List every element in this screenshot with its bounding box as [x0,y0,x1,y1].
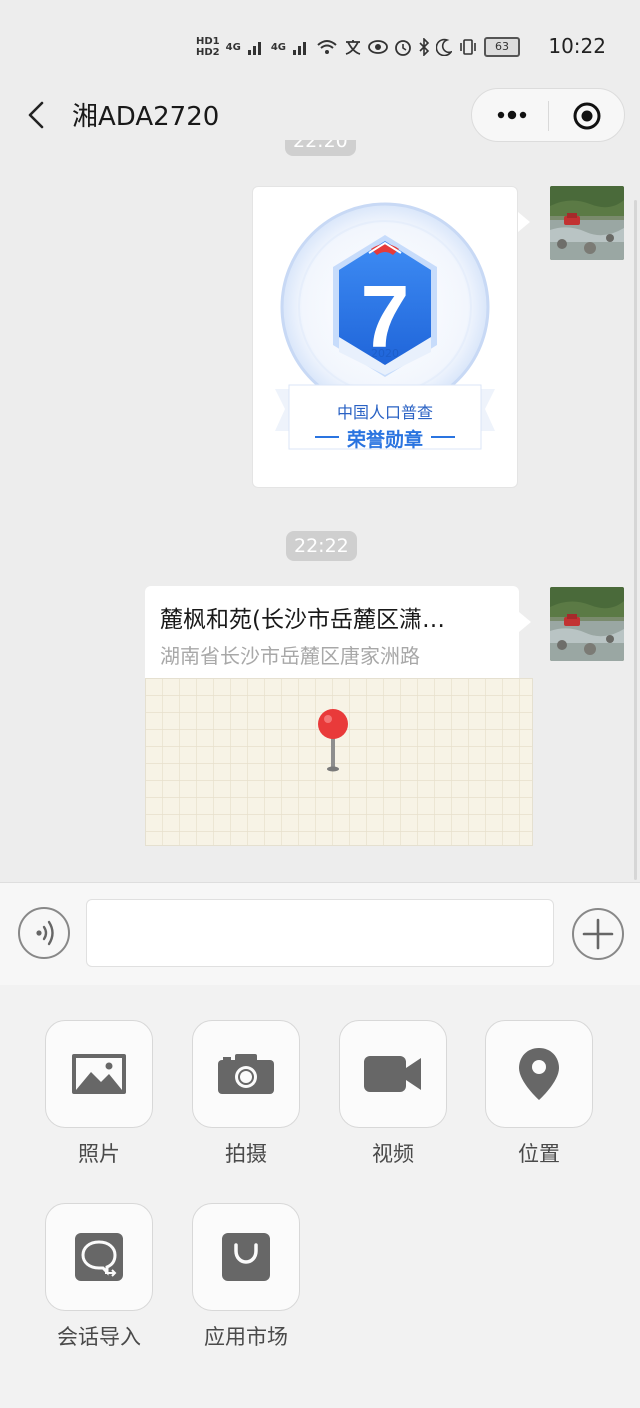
sim1-label: HD1 [196,36,220,47]
location-icon [519,1048,559,1100]
badge-line2: 荣誉勋章 [346,429,423,451]
tool-chat-import[interactable]: 会话导入 [39,1203,159,1351]
partial-timestamp: 22:20 [285,140,357,162]
tool-chat-import-box[interactable] [45,1203,153,1311]
tool-video-label: 视频 [372,1142,414,1166]
alarm-icon [395,40,411,56]
capsule-divider [548,101,549,131]
battery-icon: 63 [484,37,520,57]
plus-icon [582,918,614,950]
avatar-photo-2 [550,587,624,661]
tool-app-market-label: 应用市场 [204,1325,288,1349]
badge-line1: 中国人口普查 [336,403,433,422]
tool-app-market[interactable]: 应用市场 [186,1203,306,1351]
more-icon[interactable] [494,103,530,127]
tool-photo-box[interactable] [45,1020,153,1128]
chat-title: 湘ADA2720 [72,102,220,132]
message-input[interactable] [86,899,554,967]
title-bar: 湘ADA2720 [0,84,640,146]
more-functions-button[interactable] [572,908,624,960]
status-icons: HD1 HD2 4G 4G 63 [196,32,520,62]
tool-camera[interactable]: 拍摄 [186,1020,306,1168]
location-name: 麓枫和苑(长沙市岳麓区潇… [160,607,445,633]
signal-icon [247,42,261,55]
camera-icon [218,1054,274,1094]
tool-photo[interactable]: 照片 [39,1020,159,1168]
eye-icon [368,40,388,54]
bluetooth-icon [419,38,430,56]
partial-time-chip: 22:20 [285,140,356,156]
location-address: 湖南省长沙市岳麓区唐家洲路 [160,644,420,668]
voice-icon [36,920,54,946]
tool-location-box[interactable] [485,1020,593,1128]
location-card-header: 麓枫和苑(长沙市岳麓区潇… 湖南省长沙市岳麓区唐家洲路 [145,586,519,678]
tool-app-market-box[interactable] [192,1203,300,1311]
mini-program-capsule [471,88,625,142]
tool-camera-box[interactable] [192,1020,300,1128]
app-market-icon [222,1233,270,1281]
function-panel: 照片 拍摄 视频 位置 会话导入 应用市场 [0,985,640,1408]
avatar[interactable] [550,186,624,260]
video-icon [364,1056,421,1092]
moon-icon [436,38,452,56]
image-icon [72,1054,126,1094]
tool-location-label: 位置 [518,1142,560,1166]
signal-icon-2 [293,42,306,55]
location-bubble-arrow [519,612,531,632]
status-bar: HD1 HD2 4G 4G 63 10:22 [0,0,640,90]
tool-camera-label: 拍摄 [225,1142,267,1166]
timestamp-chip: 22:22 [286,531,357,561]
tool-video-box[interactable] [339,1020,447,1128]
back-icon[interactable] [24,98,54,132]
voice-button[interactable] [18,907,70,959]
status-time: 10:22 [548,34,606,58]
input-bar [0,882,640,986]
tool-location[interactable]: 位置 [479,1020,599,1168]
tool-video[interactable]: 视频 [333,1020,453,1168]
translate-icon [345,40,361,55]
vibrate-icon [460,39,476,55]
tool-photo-label: 照片 [78,1142,120,1166]
location-message[interactable]: 麓枫和苑(长沙市岳麓区潇… 湖南省长沙市岳麓区唐家洲路 [145,586,533,846]
net2-label: 4G [270,41,286,53]
badge-image-message[interactable]: 7 2020 中国人口普查 荣誉勋章 [252,186,518,488]
badge-bubble-arrow [518,212,530,232]
map-pin-icon [318,709,348,772]
chat-import-icon [75,1233,123,1281]
avatar-2[interactable] [550,587,624,661]
chat-scrollbar[interactable] [634,200,637,880]
avatar-photo [550,186,624,260]
tool-chat-import-label: 会话导入 [57,1325,141,1349]
net1-label: 4G [225,41,241,53]
sim2-label: HD2 [196,47,220,58]
close-miniprogram-icon[interactable] [572,101,602,131]
wifi-icon [317,40,337,54]
